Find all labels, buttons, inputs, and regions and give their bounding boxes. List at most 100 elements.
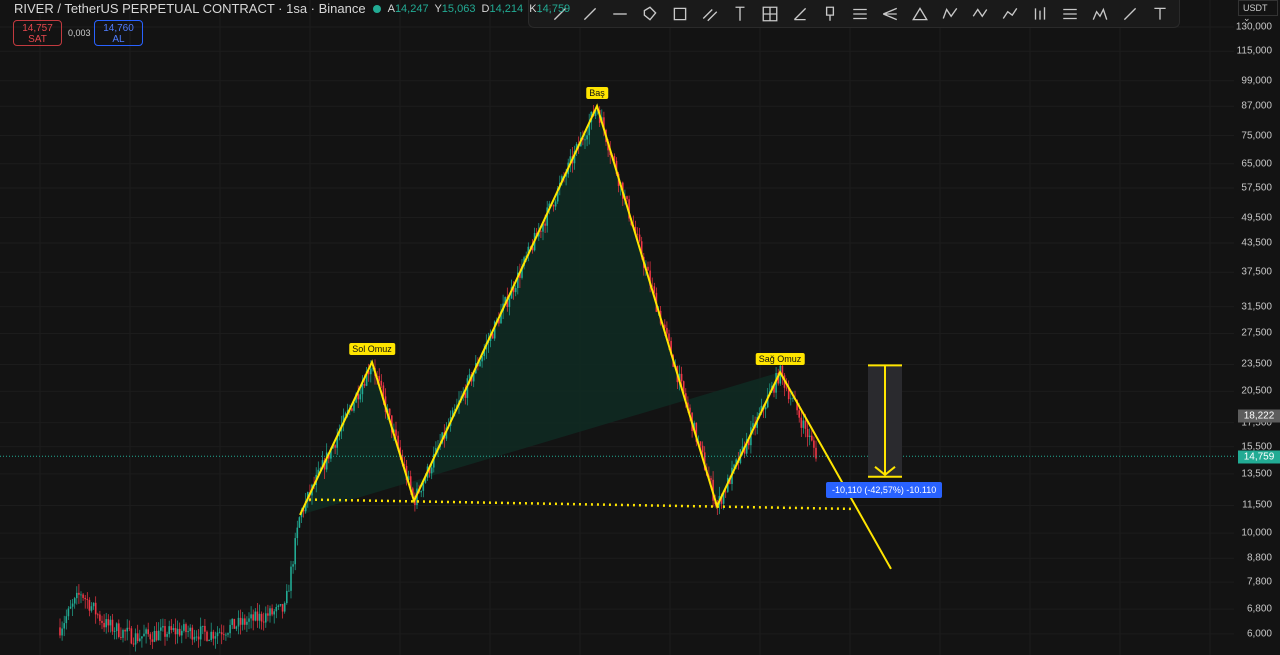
candle [552, 204, 555, 207]
candle [281, 604, 284, 612]
pattern-label[interactable]: Baş [586, 87, 608, 99]
ray-icon[interactable] [575, 2, 605, 26]
xabcd-icon[interactable] [935, 2, 965, 26]
candle [197, 636, 200, 640]
candle [351, 408, 353, 411]
candle [815, 447, 817, 459]
candle [86, 599, 89, 600]
price-axis[interactable]: USDT ⌄ 130,000 115,000 99,000 87,000 75,000 6… [1234, 0, 1280, 655]
candle [258, 613, 261, 621]
candle [181, 630, 183, 636]
symbol-title[interactable]: RIVER / TetherUS PERPETUAL CONTRACT · 1s… [14, 1, 366, 16]
price-tick: 11,500 [1242, 499, 1272, 511]
candle [785, 387, 788, 389]
market-status-icon [372, 4, 381, 13]
candle [544, 223, 546, 226]
elliott-wave-icon[interactable] [965, 2, 995, 26]
candle [90, 606, 93, 611]
pattern-label[interactable]: Sol Omuz [349, 342, 395, 355]
candle [88, 599, 91, 611]
head-shoulders-icon[interactable] [1085, 2, 1115, 26]
price-tick: 6,800 [1246, 603, 1272, 615]
pattern-fill [300, 106, 780, 515]
pattern-label[interactable]: Sağ Omuz [755, 353, 805, 366]
candle [149, 634, 152, 640]
price-chart[interactable] [0, 0, 1234, 655]
candle [178, 628, 181, 636]
candle [334, 445, 336, 448]
candle [298, 517, 301, 528]
candle [288, 590, 290, 592]
candle [586, 135, 588, 140]
candle [292, 564, 294, 567]
candle [76, 592, 78, 599]
candle [216, 632, 219, 637]
triangle-icon[interactable] [905, 2, 935, 26]
candle [195, 636, 198, 638]
candle [78, 592, 80, 595]
candle [395, 429, 397, 436]
candle [710, 478, 712, 480]
candle [80, 594, 82, 596]
candle [174, 628, 177, 635]
currency-select[interactable]: USDT ⌄ [1238, 0, 1278, 23]
price-label-icon[interactable] [815, 2, 845, 26]
text-icon[interactable] [1145, 2, 1175, 26]
candle [764, 407, 767, 410]
candle [128, 627, 131, 629]
lines-icon[interactable] [1055, 2, 1085, 26]
brush-icon[interactable] [1115, 2, 1145, 26]
price-tick: 49,500 [1241, 212, 1272, 223]
rotated-rect-icon[interactable] [635, 2, 665, 26]
candle [124, 629, 126, 632]
candle [430, 467, 433, 474]
buy-button[interactable]: 14,760 AL [94, 20, 143, 46]
candle [166, 634, 168, 637]
candle [151, 639, 154, 642]
candle [153, 630, 156, 642]
candle [193, 636, 196, 640]
fib-icon[interactable] [785, 2, 815, 26]
candle [132, 643, 135, 645]
rectangle-icon[interactable] [665, 2, 695, 26]
candle [237, 617, 240, 627]
candle [109, 619, 112, 626]
candle [210, 631, 212, 641]
candle [122, 629, 124, 638]
candle [267, 613, 269, 616]
candle [252, 614, 254, 621]
candle [139, 638, 141, 641]
polyline-icon[interactable] [995, 2, 1025, 26]
candle [157, 630, 160, 641]
candles-icon[interactable] [1025, 2, 1055, 26]
drawing-toolbar: ⋮⋮ [528, 0, 1180, 28]
horizontal-ray-icon[interactable] [605, 2, 635, 26]
candle [141, 636, 143, 639]
price-tick: 20,500 [1241, 385, 1272, 397]
price-tick: 10,000 [1241, 527, 1272, 539]
crosshair-grid-icon[interactable] [755, 2, 785, 26]
horizontal-lines-icon[interactable] [845, 2, 875, 26]
candle [120, 636, 122, 638]
sell-button[interactable]: 14,757 SAT [13, 20, 62, 46]
candle [290, 566, 292, 591]
candle [811, 435, 813, 441]
candle [168, 626, 170, 635]
candle [61, 628, 63, 636]
candle [199, 626, 202, 640]
vertical-line-icon[interactable] [725, 2, 755, 26]
candle [479, 361, 481, 367]
candle [370, 368, 372, 375]
pitchfork-icon[interactable] [875, 2, 905, 26]
candle [420, 490, 422, 493]
candle [143, 633, 145, 637]
candle [82, 594, 84, 598]
candle [680, 373, 683, 382]
candle [638, 234, 641, 242]
candle [202, 625, 204, 627]
candle [191, 627, 194, 640]
parallel-channel-icon[interactable] [695, 2, 725, 26]
candle [277, 605, 280, 608]
price-tick: 8,800 [1246, 552, 1272, 564]
candle [241, 618, 244, 625]
